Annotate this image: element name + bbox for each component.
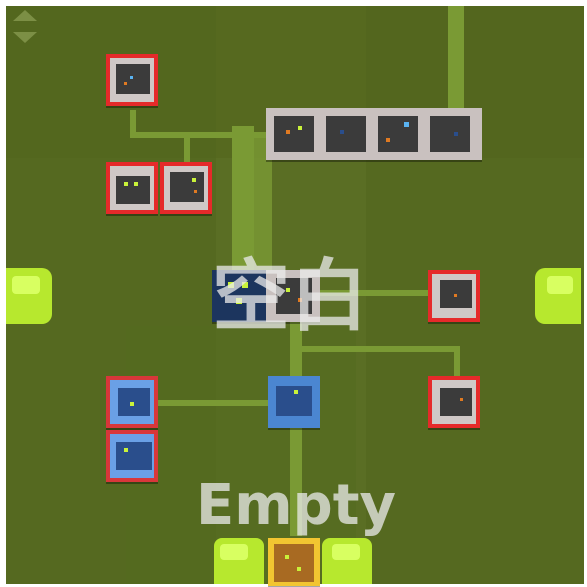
- room-tile-locked[interactable]: [428, 270, 480, 322]
- room-tile-locked[interactable]: [160, 162, 212, 214]
- bottom-exit-door-right[interactable]: [322, 538, 372, 584]
- left-exit-door[interactable]: [6, 268, 52, 324]
- bottom-overlay-label: Empty: [196, 473, 396, 538]
- room-tile-open[interactable]: [106, 376, 158, 428]
- right-exit-door[interactable]: [535, 268, 581, 324]
- level-map: 空白 Empty: [0, 0, 587, 587]
- up-down-arrows-icon[interactable]: [12, 10, 38, 46]
- room-tile-locked[interactable]: [106, 54, 158, 106]
- bottom-exit-door-left[interactable]: [214, 538, 264, 584]
- center-overlay-label: 空白: [211, 252, 368, 342]
- room-tile-locked[interactable]: [106, 162, 158, 214]
- room-tile-open[interactable]: [106, 430, 158, 482]
- room-tile-current[interactable]: [268, 376, 320, 428]
- room-strip[interactable]: [266, 108, 482, 160]
- room-tile-locked[interactable]: [428, 376, 480, 428]
- room-tile-selected[interactable]: [268, 538, 320, 586]
